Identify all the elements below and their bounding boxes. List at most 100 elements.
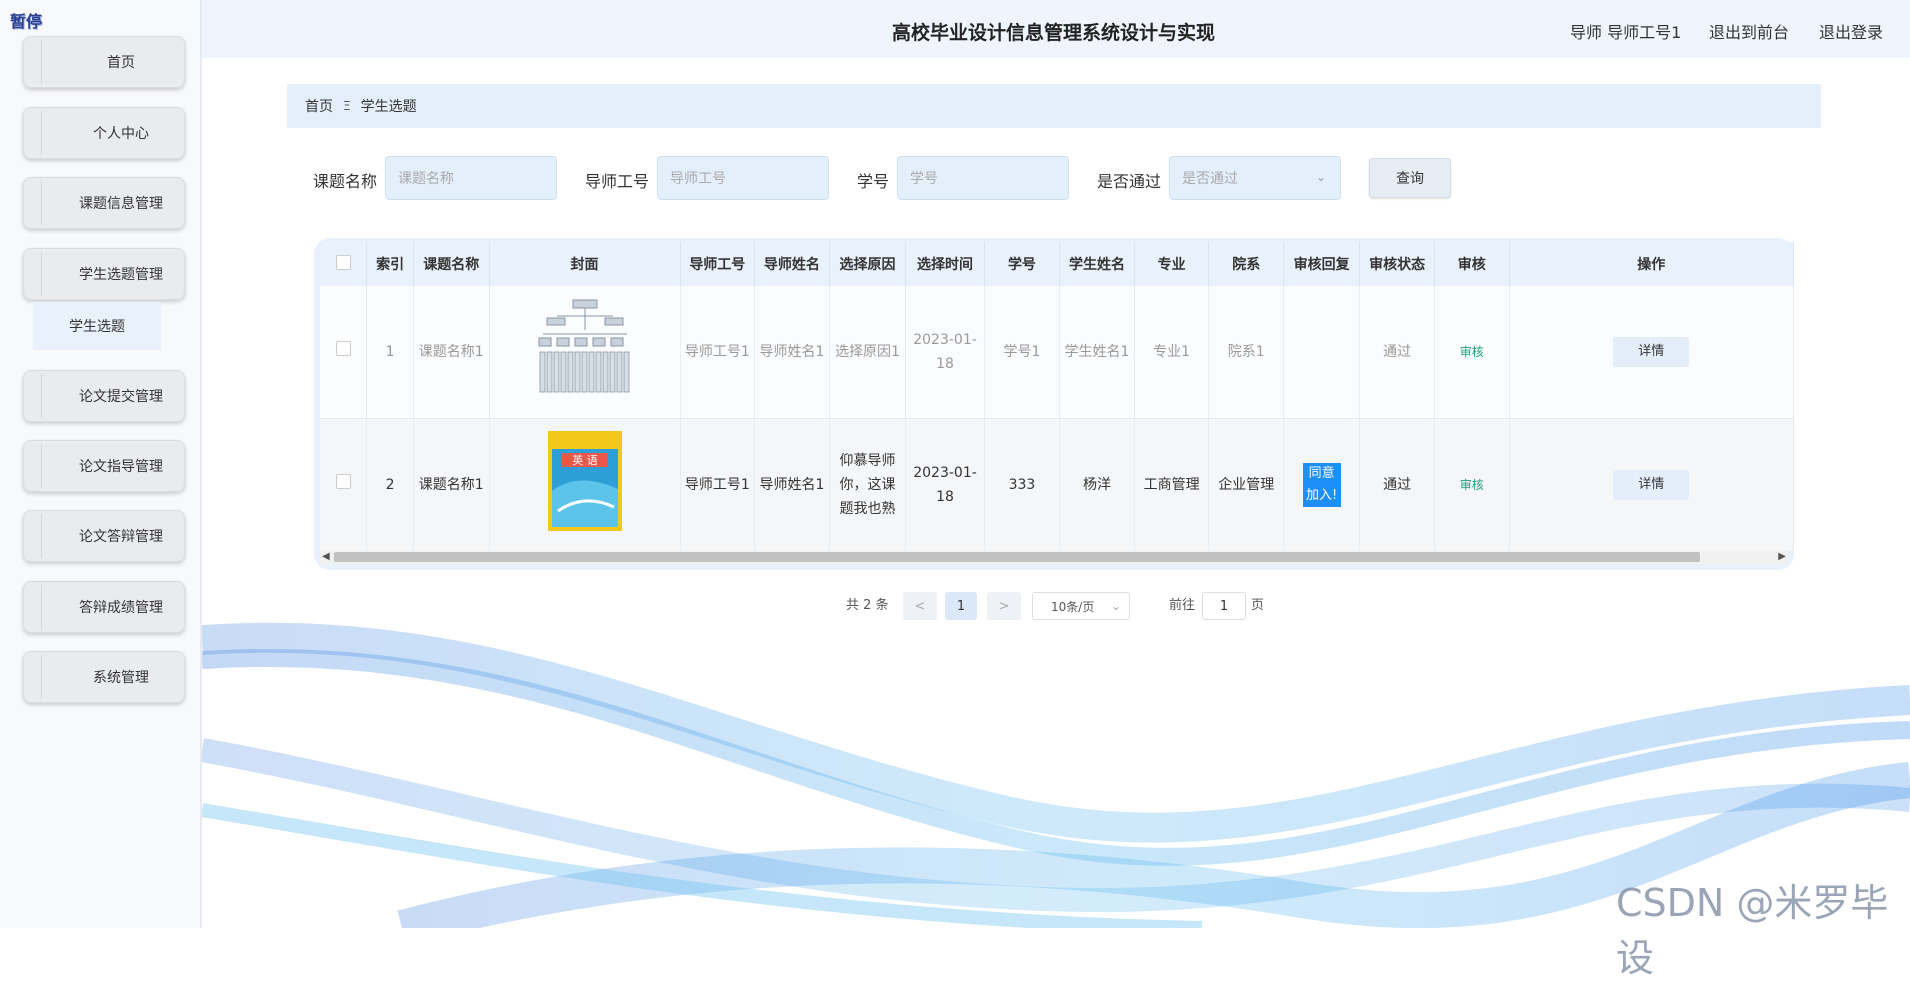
data-table-container: 索引 课题名称 封面 导师工号 导师姓名 选择原因 选择时间 学号 学生姓名 专… <box>314 238 1795 570</box>
audit-link[interactable]: 审核 <box>1460 478 1484 492</box>
sidebar-item-thesis-guidance[interactable]: 论文指导管理 <box>23 440 185 492</box>
sidebar-item-label: 首页 <box>107 55 135 71</box>
sidebar-item-home[interactable]: 首页 <box>23 36 185 88</box>
select-all-checkbox[interactable] <box>335 254 351 270</box>
table-row: 2 课题名称1 英 语 导师工号1 导师姓名1 仰慕导师你，这课题我也熟 202… <box>320 418 1795 552</box>
scroll-right-icon[interactable]: ▶ <box>1778 551 1786 562</box>
user-info: 导师 导师工号1 <box>1570 23 1682 42</box>
table-header-row: 索引 课题名称 封面 导师工号 导师姓名 选择原因 选择时间 学号 学生姓名 专… <box>320 242 1795 286</box>
cell-major: 专业1 <box>1134 286 1210 419</box>
sidebar-item-student-selection[interactable]: 学生选题管理 <box>23 248 185 300</box>
cell-topic: 课题名称1 <box>413 418 490 552</box>
cell-student-id: 学号1 <box>984 286 1061 419</box>
row-select-cell[interactable] <box>320 418 368 552</box>
chevron-down-icon: ⌄ <box>1315 170 1326 184</box>
cover-image-english-book: 英 语 <box>547 431 622 531</box>
cell-cover: 英 语 <box>489 418 681 552</box>
cell-reason: 选择原因1 <box>829 286 907 419</box>
column-header: 索引 <box>366 242 414 286</box>
cell-status: 通过 <box>1359 418 1435 552</box>
column-header: 操作 <box>1509 242 1795 286</box>
back-to-front-link[interactable]: 退出到前台 <box>1709 19 1789 43</box>
cover-image-org-chart <box>538 299 629 393</box>
passed-select-placeholder: 是否通过 <box>1182 171 1238 187</box>
sidebar-item-label: 学生选题管理 <box>79 267 163 283</box>
sidebar: 暂停 首页 个人中心 课题信息管理 学生选题管理 学生选题 论文提交管理 论文指… <box>0 0 202 928</box>
sidebar-item-label: 论文指导管理 <box>79 459 163 475</box>
detail-button[interactable]: 详情 <box>1613 337 1690 367</box>
column-header: 学号 <box>984 242 1061 286</box>
sidebar-subitem-student-selection[interactable]: 学生选题 <box>33 302 161 350</box>
cell-teacher-name: 导师姓名1 <box>754 286 830 419</box>
watermark-text: CSDN @米罗毕设 <box>1616 881 1889 980</box>
sidebar-item-system[interactable]: 系统管理 <box>23 651 185 703</box>
topic-name-input[interactable]: 课题名称 <box>385 156 557 200</box>
audit-link[interactable]: 审核 <box>1460 345 1484 359</box>
cell-student-name: 学生姓名1 <box>1059 286 1135 419</box>
sidebar-item-label: 个人中心 <box>93 126 149 142</box>
data-table: 索引 课题名称 封面 导师工号 导师姓名 选择原因 选择时间 学号 学生姓名 专… <box>320 242 1795 552</box>
reply-text-selected: 同意加入! <box>1302 463 1341 507</box>
horizontal-scrollbar[interactable]: ◀ ▶ <box>320 550 1788 564</box>
page-title: 高校毕业设计信息管理系统设计与实现 <box>892 23 1216 44</box>
cell-major: 工商管理 <box>1134 418 1210 552</box>
cell-time: 2023-01-18 <box>905 286 985 419</box>
column-header: 院系 <box>1208 242 1285 286</box>
logout-link[interactable]: 退出登录 <box>1819 19 1883 43</box>
passed-select[interactable]: 是否通过 ⌄ <box>1169 156 1341 200</box>
cell-index: 1 <box>366 286 414 419</box>
sidebar-item-thesis-submission[interactable]: 论文提交管理 <box>23 370 185 422</box>
passed-label: 是否通过 <box>1097 172 1162 191</box>
breadcrumb-home[interactable]: 首页 <box>305 96 333 116</box>
cell-teacher-id: 导师工号1 <box>680 418 756 552</box>
teacher-id-label: 导师工号 <box>585 172 650 191</box>
sidebar-item-label: 答辩成绩管理 <box>79 600 163 616</box>
cell-dept: 企业管理 <box>1208 418 1285 552</box>
topic-name-label: 课题名称 <box>313 172 378 191</box>
teacher-id-input[interactable]: 导师工号 <box>657 156 829 200</box>
student-id-input[interactable]: 学号 <box>897 156 1069 200</box>
cell-audit: 审核 <box>1434 418 1510 552</box>
query-button[interactable]: 查询 <box>1369 158 1451 198</box>
row-checkbox[interactable] <box>335 341 351 356</box>
cell-student-name: 杨洋 <box>1059 418 1135 552</box>
cell-index: 2 <box>366 418 414 552</box>
cell-reply: 同意加入! <box>1283 418 1361 552</box>
sidebar-item-label: 论文提交管理 <box>79 389 163 405</box>
cell-teacher-name: 导师姓名1 <box>754 418 830 552</box>
column-header: 审核 <box>1434 242 1510 286</box>
cell-dept: 院系1 <box>1208 286 1285 419</box>
sidebar-item-personal-center[interactable]: 个人中心 <box>23 107 185 159</box>
top-header: 高校毕业设计信息管理系统设计与实现 导师 导师工号1 退出到前台 退出登录 <box>202 0 1910 58</box>
scroll-left-icon[interactable]: ◀ <box>322 551 330 562</box>
column-header: 专业 <box>1134 242 1210 286</box>
breadcrumb: 首页 Ξ 学生选题 <box>287 84 1821 128</box>
svg-text:英 语: 英 语 <box>572 453 598 467</box>
cell-reason: 仰慕导师你，这课题我也熟 <box>829 418 907 552</box>
row-select-cell[interactable] <box>320 286 368 419</box>
column-header: 课题名称 <box>413 242 490 286</box>
column-header: 选择时间 <box>905 242 985 286</box>
cell-action: 详情 <box>1509 286 1795 419</box>
column-header: 选择原因 <box>829 242 907 286</box>
app-logo: 暂停 <box>10 12 43 31</box>
table-row: 1 课题名称1 导师工号1 导师姓名1 选择原因1 2023-01-18 学号1… <box>320 286 1795 419</box>
select-all-header[interactable] <box>320 242 368 286</box>
sidebar-item-label: 课题信息管理 <box>79 196 163 212</box>
scrollbar-thumb[interactable] <box>334 552 1700 562</box>
column-header: 学生姓名 <box>1059 242 1135 286</box>
sidebar-item-label: 论文答辩管理 <box>79 529 163 545</box>
cell-topic: 课题名称1 <box>413 286 490 419</box>
row-checkbox[interactable] <box>335 474 351 489</box>
sidebar-item-defense[interactable]: 论文答辩管理 <box>23 510 185 562</box>
cell-status: 通过 <box>1359 286 1435 419</box>
cell-action: 详情 <box>1509 418 1795 552</box>
column-header: 审核状态 <box>1359 242 1435 286</box>
breadcrumb-current: 学生选题 <box>360 99 417 115</box>
student-id-label: 学号 <box>857 172 890 191</box>
column-header: 导师工号 <box>680 242 756 286</box>
sidebar-item-defense-score[interactable]: 答辩成绩管理 <box>23 581 185 633</box>
detail-button[interactable]: 详情 <box>1613 470 1690 500</box>
sidebar-item-topic-info[interactable]: 课题信息管理 <box>23 177 185 229</box>
cell-reply <box>1283 286 1361 419</box>
